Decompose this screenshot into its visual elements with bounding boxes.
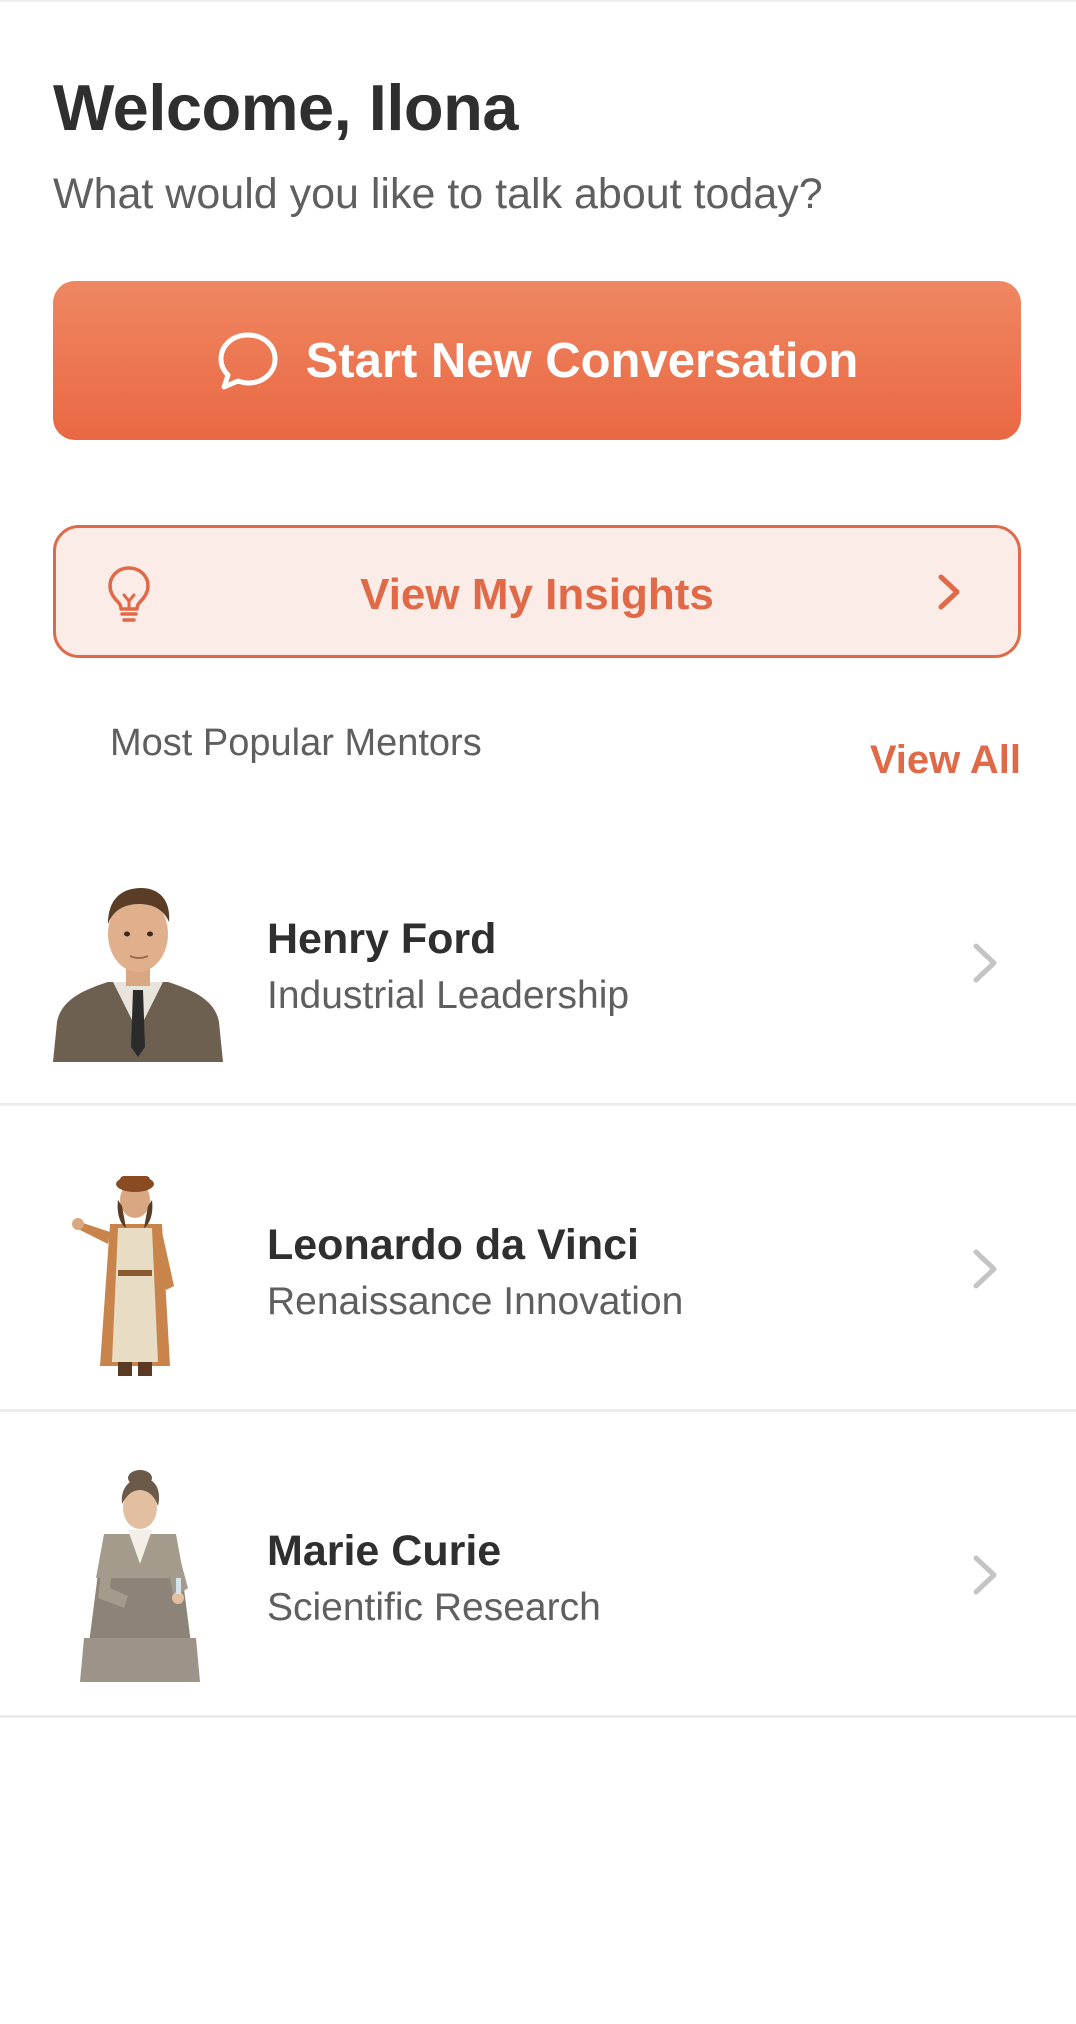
- mentor-name: Marie Curie: [267, 1527, 502, 1575]
- welcome-subtitle: What would you like to talk about today?: [53, 170, 823, 218]
- marie-curie-portrait: [70, 1468, 240, 1682]
- home-screen: Welcome, Ilona What would you like to ta…: [0, 0, 1076, 2024]
- start-new-conversation-button[interactable]: Start New Conversation: [53, 281, 1021, 440]
- mentors-section-title: Most Popular Mentors: [110, 722, 482, 764]
- view-my-insights-label: View My Insights: [360, 570, 714, 619]
- chevron-right-icon: [970, 1246, 1000, 1292]
- mentor-field: Renaissance Innovation: [267, 1280, 684, 1323]
- welcome-heading: Welcome, Ilona: [53, 71, 518, 144]
- chevron-right-icon: [970, 940, 1000, 986]
- leonardo-da-vinci-portrait: [70, 1166, 240, 1376]
- mentor-field: Scientific Research: [267, 1586, 601, 1629]
- henry-ford-portrait: [53, 872, 223, 1062]
- mentor-name: Henry Ford: [267, 915, 497, 963]
- chat-bubble-icon: [216, 329, 280, 393]
- mentor-item-henry-ford[interactable]: Henry Ford Industrial Leadership: [0, 800, 1076, 1106]
- mentor-item-marie-curie[interactable]: Marie Curie Scientific Research: [0, 1412, 1076, 1718]
- chevron-right-icon: [935, 571, 963, 613]
- view-my-insights-button[interactable]: View My Insights: [53, 525, 1021, 658]
- mentor-list: Henry Ford Industrial Leadership Leonard…: [0, 800, 1076, 1718]
- view-all-link[interactable]: View All: [870, 738, 1021, 783]
- mentor-name: Leonardo da Vinci: [267, 1221, 639, 1269]
- mentor-field: Industrial Leadership: [267, 974, 630, 1017]
- chevron-right-icon: [970, 1552, 1000, 1598]
- start-new-conversation-label: Start New Conversation: [305, 333, 859, 388]
- mentor-item-leonardo-da-vinci[interactable]: Leonardo da Vinci Renaissance Innovation: [0, 1106, 1076, 1412]
